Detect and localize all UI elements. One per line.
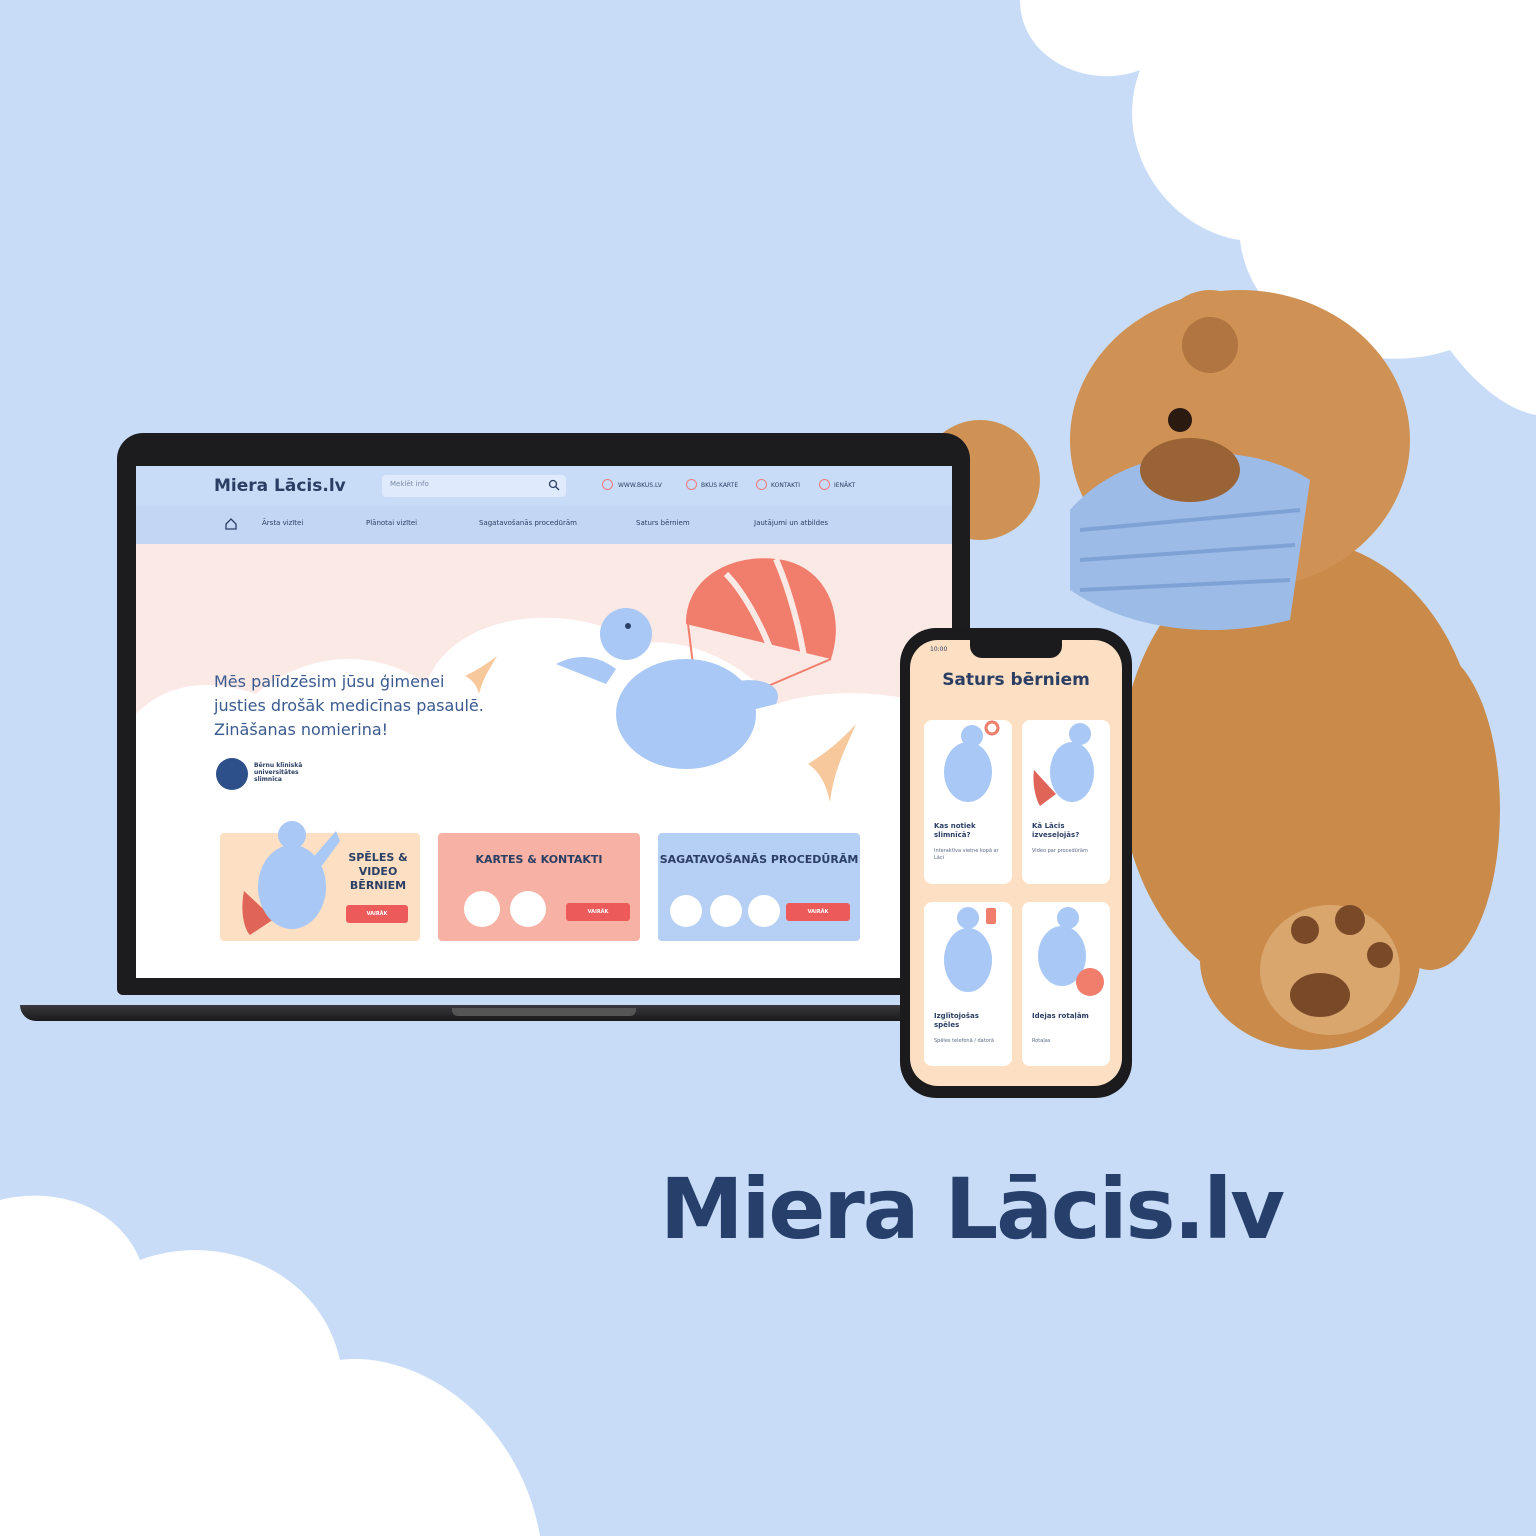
top-link-contacts[interactable]: KONTAKTI: [771, 482, 800, 489]
nav-item-doctor-visit[interactable]: Ārsta vizītei: [262, 519, 303, 527]
user-icon: [819, 479, 830, 490]
card-more-button[interactable]: VAIRĀK: [786, 903, 850, 921]
cloud-bottom-left: [0, 1195, 540, 1536]
phone-icon: [510, 891, 546, 927]
phone-card-subtitle: Rotaļas: [1032, 1038, 1051, 1044]
phone-card-subtitle: Interaktīva vietne kopā ar Lāci: [934, 848, 999, 861]
search-icon[interactable]: [548, 479, 560, 491]
bear-hero-illustration: [242, 821, 340, 935]
card-more-button[interactable]: VAIRĀK: [346, 905, 408, 923]
bkus-icon: [602, 479, 613, 490]
phone-card-title: Izglītojošas spēles: [934, 1012, 979, 1029]
hero-line-2: justies drošāk medicīnas pasaulē.: [214, 696, 484, 715]
hero-line-1: Mēs palīdzēsim jūsu ģimenei: [214, 672, 445, 691]
phone-card[interactable]: Izglītojošas spēles Spēles telefonā / da…: [924, 902, 1012, 1066]
bear-phone-illustration: [944, 907, 996, 992]
bed-icon: [748, 895, 780, 927]
map-pin-icon: [686, 479, 697, 490]
home-icon[interactable]: [224, 517, 238, 531]
hero-headline: Mēs palīdzēsim jūsu ģimenei justies droš…: [214, 670, 534, 742]
nav-item-faq[interactable]: Jautājumi un atbildes: [754, 519, 828, 527]
phone-card-title: Kā Lācis izveseļojās?: [1032, 822, 1080, 839]
card-maps-contacts[interactable]: KARTES & KONTAKTI VAIRĀK: [438, 833, 640, 941]
nav-item-procedures[interactable]: Sagatavošanās procedūrām: [479, 519, 577, 527]
nav-item-kids-content[interactable]: Saturs bērniem: [636, 519, 690, 527]
card-title: SAGATAVOŠANĀS PROCEDŪRĀM: [659, 853, 859, 866]
site-nav: Ārsta vizītei Plānotai vizītei Sagatavoš…: [136, 506, 952, 544]
xray-icon: [710, 895, 742, 927]
phone-notch: [970, 640, 1062, 658]
top-link-map[interactable]: BKUS KARTE: [701, 482, 738, 489]
phone-screen: 10:00 Saturs bērniem Kas notiek slimnīcā…: [910, 640, 1122, 1086]
phone-card-title: Idejas rotaļām: [1032, 1012, 1089, 1020]
site-logo[interactable]: Miera Lācis.lv: [214, 476, 346, 496]
phone-icon: [756, 479, 767, 490]
hero-line-3: Zināšanas nomierina!: [214, 720, 389, 739]
bear-ball-illustration: [1038, 907, 1104, 996]
card-procedures[interactable]: SAGATAVOŠANĀS PROCEDŪRĀM VAIRĀK: [658, 833, 860, 941]
nav-item-planned-visit[interactable]: Plānotai vizītei: [366, 519, 417, 527]
bkus-logo[interactable]: [216, 758, 248, 790]
phone-card-subtitle: Spēles telefonā / datorā: [934, 1038, 994, 1044]
phone-card-subtitle: Video par procedūrām: [1032, 848, 1088, 854]
phone-card[interactable]: Kā Lācis izveseļojās? Video par procedūr…: [1022, 720, 1110, 884]
card-title: KARTES & KONTAKTI: [475, 853, 603, 866]
search-placeholder: Meklēt info: [390, 480, 429, 488]
bandage-icon: [670, 895, 702, 927]
top-link-login[interactable]: IENĀKT: [834, 482, 855, 489]
card-more-button[interactable]: VAIRĀK: [566, 903, 630, 921]
bird-icon: [808, 724, 856, 802]
phone-card-title: Kas notiek slimnīcā?: [934, 822, 976, 839]
status-time: 10:00: [930, 646, 948, 653]
phone-page-title: Saturs bērniem: [942, 670, 1090, 690]
bear-hero-illustration: [1033, 723, 1094, 806]
map-pin-icon: [464, 891, 500, 927]
top-link-bkus[interactable]: WWW.BKUS.LV: [618, 482, 662, 489]
card-games-video[interactable]: SPĒLES & VIDEO BĒRNIEM VAIRĀK: [220, 821, 420, 941]
search-input[interactable]: Meklēt info: [382, 475, 566, 497]
bear-illustration: [944, 720, 1000, 802]
laptop-screen: Miera Lācis.lv Meklēt info WWW.BKUS.LV B…: [136, 466, 952, 978]
phone-card[interactable]: Idejas rotaļām Rotaļas: [1022, 902, 1110, 1066]
card-title: SPĒLES & VIDEO BĒRNIEM: [348, 851, 408, 892]
laptop-hinge: [452, 1008, 636, 1016]
bkus-logo-text: Bērnu klīniskā universitātes slimnīca: [254, 762, 303, 783]
brand-logo: Miera Lācis.lv: [660, 1160, 1285, 1258]
phone-card[interactable]: Kas notiek slimnīcā? Interaktīva vietne …: [924, 720, 1012, 884]
site-header: Miera Lācis.lv Meklēt info WWW.BKUS.LV B…: [136, 466, 952, 506]
